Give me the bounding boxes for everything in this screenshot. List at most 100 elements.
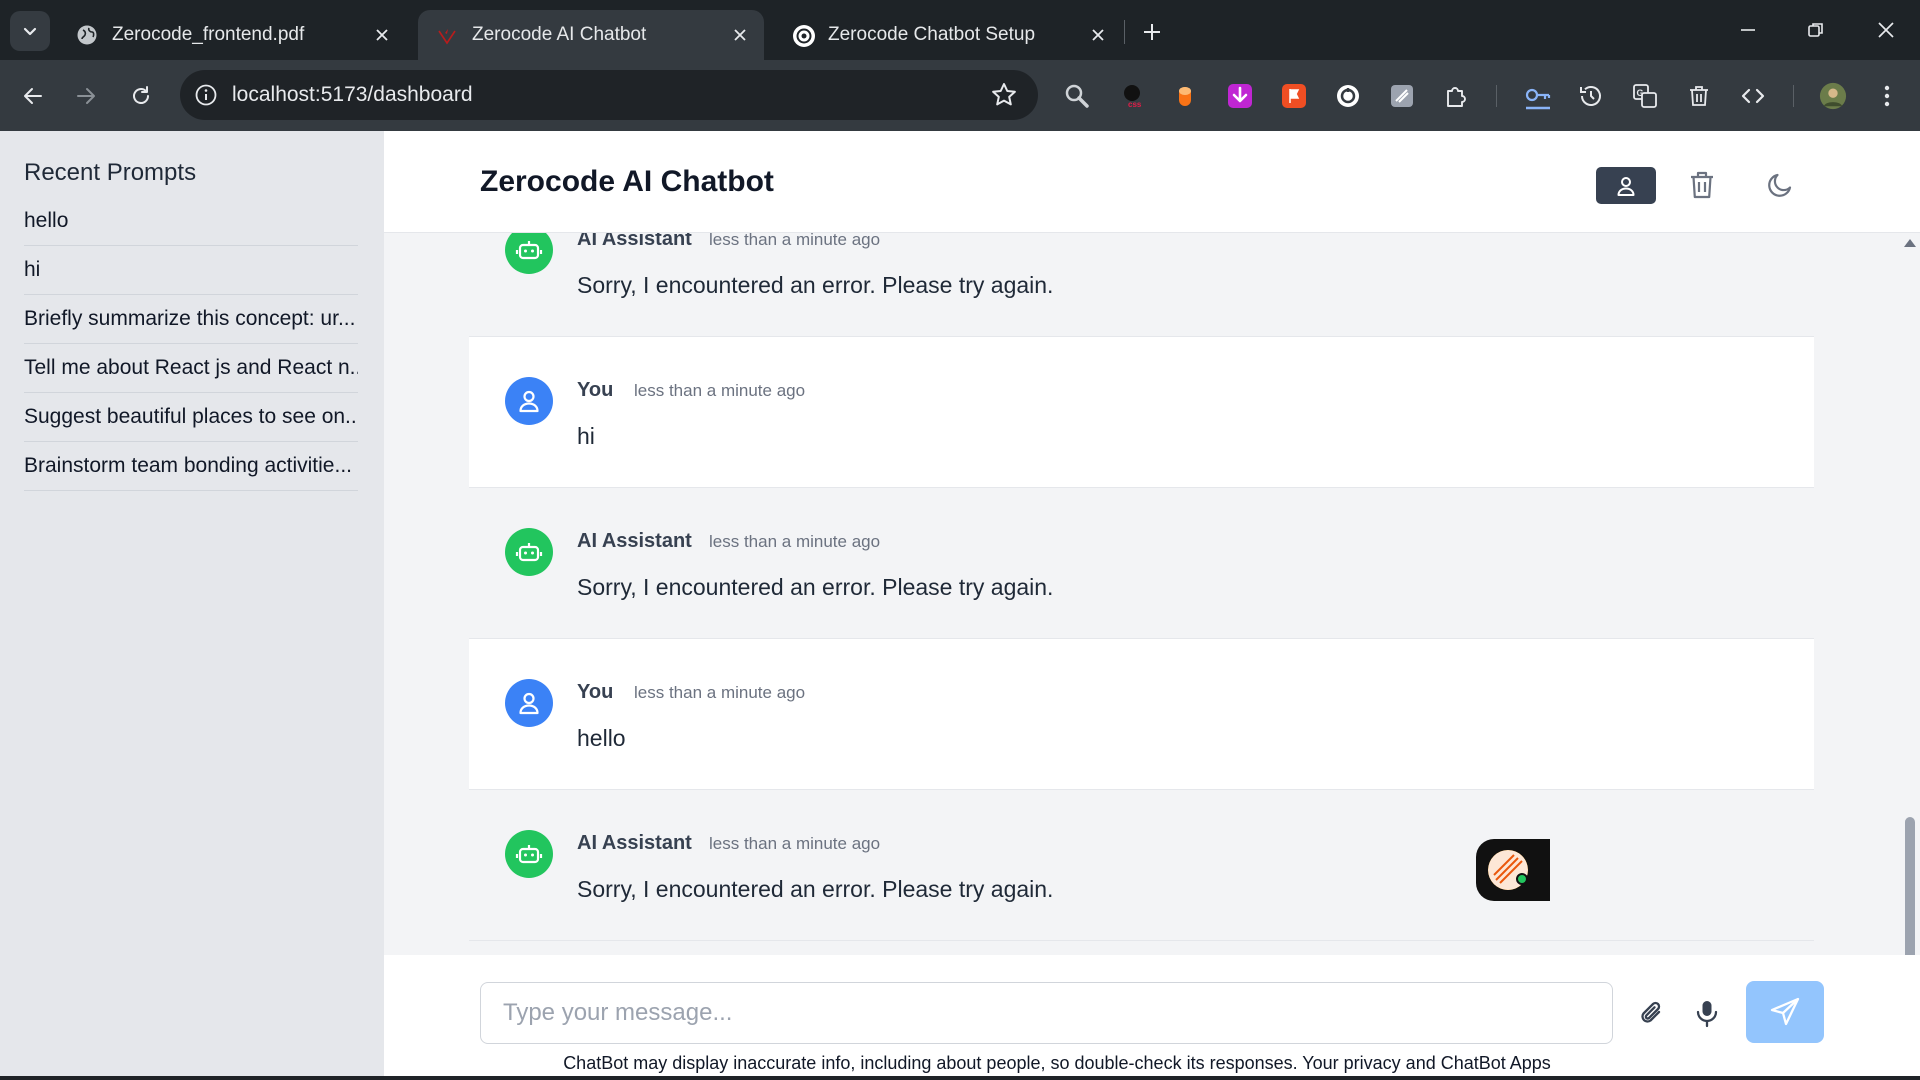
flag-extension-icon[interactable]: [1280, 82, 1308, 110]
css-extension-icon[interactable]: css: [1119, 82, 1147, 110]
svg-text:css: css: [1128, 100, 1142, 109]
close-icon[interactable]: [368, 21, 396, 49]
recent-prompt-item[interactable]: hi: [24, 246, 358, 295]
message-text: hello: [577, 725, 626, 751]
recent-prompt-item[interactable]: hello: [24, 197, 358, 246]
sync-extension-icon[interactable]: [1334, 82, 1362, 110]
close-icon[interactable]: [726, 21, 754, 49]
tab-title: Zerocode_frontend.pdf: [112, 24, 305, 45]
translate-icon[interactable]: G: [1631, 82, 1659, 110]
close-icon[interactable]: [1084, 21, 1112, 49]
clear-chat-button[interactable]: [1684, 167, 1720, 203]
dark-mode-toggle[interactable]: [1762, 167, 1798, 203]
openai-icon: [792, 24, 815, 47]
forward-button[interactable]: [66, 76, 106, 116]
page-title: Zerocode AI Chatbot: [480, 165, 774, 198]
globe-icon: [76, 24, 98, 46]
microphone-icon: [1696, 1001, 1718, 1028]
tab-separator: [1124, 20, 1125, 44]
disclaimer-label: ChatBot may display inaccurate info, inc…: [563, 1053, 1551, 1073]
restore-button[interactable]: [1796, 10, 1836, 50]
send-icon: [1770, 997, 1800, 1026]
user-icon: [519, 692, 539, 715]
extensions-puzzle-icon[interactable]: [1442, 82, 1470, 110]
profile-avatar-icon[interactable]: [1819, 82, 1847, 110]
message-ai: AI Assistant less than a minute ago Sorr…: [469, 790, 1814, 941]
chat-header: Zerocode AI Chatbot: [384, 131, 1920, 233]
message-ai: AI Assistant less than a minute ago Sorr…: [469, 488, 1814, 639]
close-window-button[interactable]: [1866, 10, 1906, 50]
message-user: You less than a minute ago hello: [469, 639, 1814, 790]
new-tab-button[interactable]: [1136, 16, 1168, 48]
toolbar-separator: [1496, 85, 1497, 107]
tab-title: Zerocode AI Chatbot: [472, 24, 647, 45]
magnifier-extension-icon[interactable]: [1063, 82, 1091, 110]
voice-input-button[interactable]: [1687, 993, 1727, 1033]
chat-main: Zerocode AI Chatbot AI Assistant less th…: [384, 131, 1920, 1080]
message-sender: You: [577, 681, 614, 703]
arrow-left-icon: [24, 88, 42, 104]
tab-search-button[interactable]: [10, 11, 50, 51]
user-icon: [519, 390, 539, 413]
attach-button[interactable]: [1632, 993, 1672, 1033]
message-timestamp: less than a minute ago: [709, 233, 881, 249]
trash-icon: [1691, 171, 1713, 199]
code-icon[interactable]: [1739, 82, 1767, 110]
recent-prompt-item[interactable]: Tell me about React js and React n...: [24, 344, 358, 393]
user-icon: [1617, 176, 1635, 196]
tab-zerocode-frontend-pdf[interactable]: Zerocode_frontend.pdf: [58, 10, 406, 60]
message-timestamp: less than a minute ago: [634, 381, 806, 400]
arrow-right-icon: [77, 88, 95, 104]
message-text: Sorry, I encountered an error. Please tr…: [577, 876, 1054, 902]
minimize-button[interactable]: [1728, 10, 1768, 50]
recent-prompt-item[interactable]: Brainstorm team bonding activitie...: [24, 442, 358, 491]
message-composer: ChatBot may display inaccurate info, inc…: [384, 955, 1920, 1080]
address-bar[interactable]: localhost:5173/dashboard: [180, 70, 1038, 120]
window-bottom-border: [0, 1076, 1920, 1080]
browser-toolbar: localhost:5173/dashboard css G: [0, 60, 1920, 131]
paperclip-icon: [1641, 1001, 1661, 1023]
message-sender: AI Assistant: [577, 233, 692, 250]
message-text: hi: [577, 423, 595, 449]
bot-avatar: [505, 528, 553, 576]
reload-icon: [133, 86, 149, 104]
restore-icon: [1808, 23, 1823, 37]
bot-icon: [515, 543, 543, 562]
pill-extension-icon[interactable]: [1171, 82, 1199, 110]
tab-title: Zerocode Chatbot Setup: [828, 24, 1036, 45]
message-sender: You: [577, 379, 614, 401]
download-extension-icon[interactable]: [1226, 82, 1254, 110]
message-ai: AI Assistant less than a minute ago Sorr…: [469, 233, 1814, 337]
bot-icon: [515, 845, 543, 864]
chevron-down-icon: [23, 27, 37, 36]
notes-extension-icon[interactable]: [1388, 82, 1416, 110]
password-key-icon[interactable]: [1524, 82, 1552, 110]
history-icon[interactable]: [1577, 82, 1605, 110]
user-avatar: [505, 679, 553, 727]
site-info-icon[interactable]: [194, 83, 218, 107]
message-text: Sorry, I encountered an error. Please tr…: [577, 272, 1054, 298]
profile-button[interactable]: [1596, 167, 1656, 204]
reload-button[interactable]: [121, 76, 161, 116]
message-sender: AI Assistant: [577, 530, 692, 552]
recent-prompt-item[interactable]: Suggest beautiful places to see on...: [24, 393, 358, 442]
plus-icon: [1144, 24, 1160, 40]
recent-prompt-item[interactable]: Briefly summarize this concept: ur...: [24, 295, 358, 344]
message-user: You less than a minute ago hi: [469, 337, 1814, 488]
page: Recent Prompts hello hi Briefly summariz…: [0, 131, 1920, 1080]
tab-zerocode-chatbot-setup[interactable]: Zerocode Chatbot Setup: [774, 10, 1122, 60]
scroll-up-arrow-icon: [1904, 239, 1916, 247]
floating-assistant-button[interactable]: [1476, 839, 1550, 901]
more-vert-icon[interactable]: [1873, 82, 1901, 110]
bot-avatar: [505, 233, 553, 274]
send-button[interactable]: [1746, 981, 1824, 1043]
back-button[interactable]: [13, 76, 53, 116]
disclaimer-text: ChatBot may display inaccurate info, inc…: [384, 1053, 1920, 1074]
message-input[interactable]: [480, 982, 1613, 1044]
close-icon: [1878, 22, 1894, 38]
tab-zerocode-ai-chatbot[interactable]: Zerocode AI Chatbot: [418, 10, 764, 60]
bot-icon: [515, 241, 543, 260]
trash-extension-icon[interactable]: [1685, 82, 1713, 110]
bookmark-star-icon[interactable]: [990, 81, 1018, 109]
url-text[interactable]: localhost:5173/dashboard: [232, 83, 990, 107]
